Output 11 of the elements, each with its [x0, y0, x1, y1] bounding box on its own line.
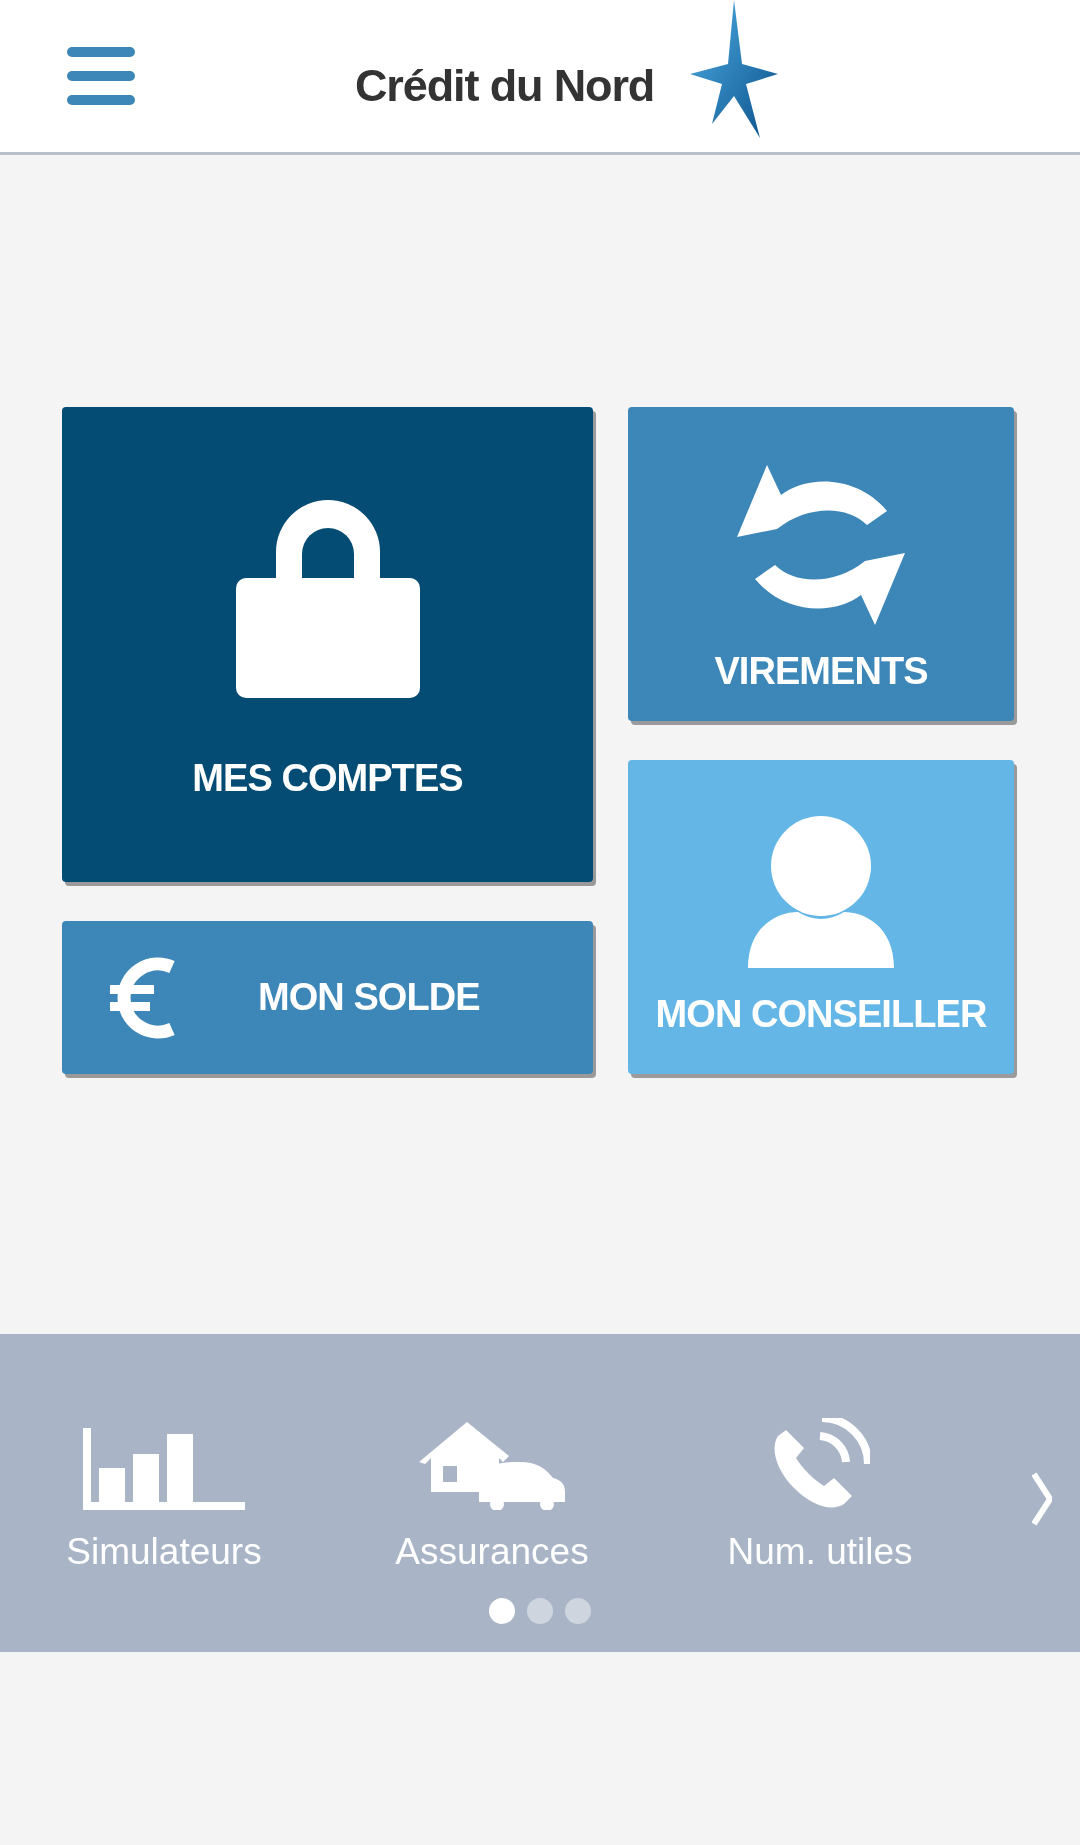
person-icon [748, 815, 894, 968]
shortcut-button[interactable]: Assurances [328, 1418, 656, 1580]
house-car-icon [419, 1422, 565, 1510]
shortcut-button[interactable]: Simulateurs [0, 1418, 328, 1580]
chevron-right-icon[interactable] [1032, 1471, 1052, 1526]
menu-icon[interactable] [67, 47, 135, 105]
euro-icon [110, 954, 176, 1041]
shortcut-button[interactable]: Num. utiles [656, 1418, 984, 1580]
bar-chart-icon [83, 1428, 245, 1510]
arrows-icon [737, 464, 905, 625]
logo-text: Crédit du Nord [355, 59, 655, 114]
